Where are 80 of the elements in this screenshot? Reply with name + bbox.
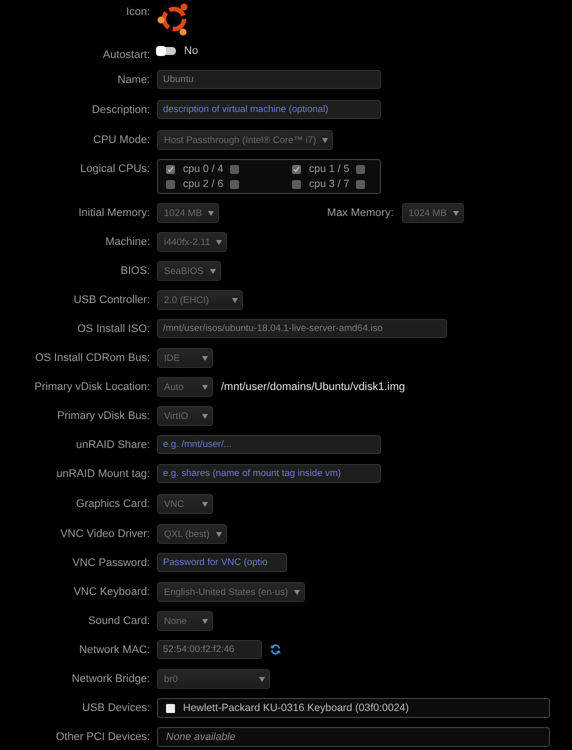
dropdown[interactable]: br0 xyxy=(157,669,270,689)
checkbox[interactable] xyxy=(166,164,175,174)
field-label: Other PCI Devices: xyxy=(56,730,150,743)
caret-icon xyxy=(202,502,208,506)
caret-icon xyxy=(202,384,208,390)
caret-icon xyxy=(202,618,208,624)
dropdown[interactable]: 2.0 (EHCI) xyxy=(157,290,243,310)
caret-icon xyxy=(322,138,328,142)
dropdown[interactable]: Host Passthrough (Intel® Core™ i7) xyxy=(157,130,334,150)
dropdown[interactable]: VNC xyxy=(157,494,213,514)
field-label: unRAID Share: xyxy=(76,438,150,451)
caret-icon xyxy=(208,210,214,216)
input-field[interactable]: e.g. /mnt/user/... xyxy=(157,435,381,454)
input-field[interactable]: e.g. shares (name of mount tag inside vm) xyxy=(157,464,381,483)
caret-icon xyxy=(210,268,216,274)
caret-icon xyxy=(202,356,208,360)
field-label: CPU Mode: xyxy=(93,133,150,146)
dropdown[interactable]: QXL (best) xyxy=(157,524,227,544)
field-label: Network MAC: xyxy=(79,643,150,656)
field-label: USB Devices: xyxy=(82,701,150,714)
checkbox[interactable] xyxy=(230,180,239,188)
input-field[interactable]: /mnt/user/isos/ubuntu-18.04.1-live-server-amd64.iso xyxy=(157,319,447,338)
checkbox[interactable] xyxy=(356,164,365,174)
caret-icon xyxy=(294,590,300,594)
checkbox[interactable] xyxy=(166,180,175,188)
field-label: Logical CPUs: xyxy=(80,162,150,175)
caret-icon xyxy=(216,240,222,244)
dropdown[interactable]: SeaBIOS xyxy=(157,261,221,281)
checkbox[interactable] xyxy=(292,164,301,174)
field-label: Machine: xyxy=(105,235,150,248)
field-label: BIOS: xyxy=(120,264,150,277)
toggle-state: No xyxy=(184,45,198,57)
refresh-icon[interactable] xyxy=(270,644,281,655)
dropdown[interactable]: VirtIO xyxy=(157,406,213,426)
field-label: OS Install ISO: xyxy=(77,322,150,335)
input-field[interactable]: Password for VNC (optio xyxy=(157,553,287,572)
cpu-label: cpu 1 / 5 xyxy=(308,163,350,175)
caret-icon xyxy=(202,414,208,418)
caret-icon xyxy=(452,210,459,216)
dropdown[interactable]: None xyxy=(157,611,213,631)
field-label: unRAID Mount tag: xyxy=(56,467,150,480)
vdisk-path: /mnt/user/domains/Ubuntu/vdisk1.img xyxy=(221,381,406,393)
checkbox[interactable] xyxy=(356,180,365,188)
field-label: Description: xyxy=(92,103,150,116)
field-label: Primary vDisk Location: xyxy=(34,380,150,393)
input-field[interactable]: Ubuntu xyxy=(157,70,381,89)
dropdown[interactable]: i440fx-2.11 xyxy=(157,232,228,252)
field-label: USB Controller: xyxy=(74,293,150,306)
checkbox[interactable] xyxy=(166,704,175,712)
checkbox[interactable] xyxy=(230,164,239,174)
field-label: OS Install CDRom Bus: xyxy=(35,351,150,364)
field-label: Autostart: xyxy=(102,48,150,61)
field-label: VNC Video Driver: xyxy=(60,527,150,540)
dropdown[interactable]: IDE xyxy=(157,348,213,368)
field-label: Name: xyxy=(118,73,150,86)
checkbox[interactable] xyxy=(292,180,301,188)
field-label: Graphics Card: xyxy=(76,497,150,510)
empty-text: None available xyxy=(166,731,236,743)
dropdown[interactable]: 1024 MB xyxy=(157,203,220,223)
input-field[interactable]: description of virtual machine (optional) xyxy=(157,100,381,119)
dropdown[interactable]: 1024 MB xyxy=(402,203,464,223)
cpu-label: cpu 3 / 7 xyxy=(308,178,350,190)
caret-icon xyxy=(232,298,238,302)
field-label: VNC Keyboard: xyxy=(74,585,150,598)
dropdown[interactable]: English-United States (en-us) xyxy=(157,582,306,602)
dropdown[interactable]: Auto xyxy=(157,377,213,397)
field-label: Primary vDisk Bus: xyxy=(57,409,150,422)
caret-icon xyxy=(216,532,222,536)
caret-icon xyxy=(259,676,265,682)
toggle-switch[interactable] xyxy=(157,47,176,55)
input-field[interactable]: 52:54:00:f2:f2:46 xyxy=(157,640,262,659)
field-label: Network Bridge: xyxy=(72,672,150,685)
device-label: Hewlett-Packard KU-0316 Keyboard (03f0:0024) xyxy=(183,702,409,714)
field-label: Max Memory: xyxy=(327,207,394,219)
cpu-label: cpu 0 / 4 xyxy=(182,163,224,175)
field-label: Sound Card: xyxy=(88,614,150,627)
field-label: Icon: xyxy=(126,5,150,18)
field-label: Initial Memory: xyxy=(78,206,150,219)
cpu-label: cpu 2 / 6 xyxy=(182,178,224,190)
field-label: VNC Password: xyxy=(72,556,150,569)
